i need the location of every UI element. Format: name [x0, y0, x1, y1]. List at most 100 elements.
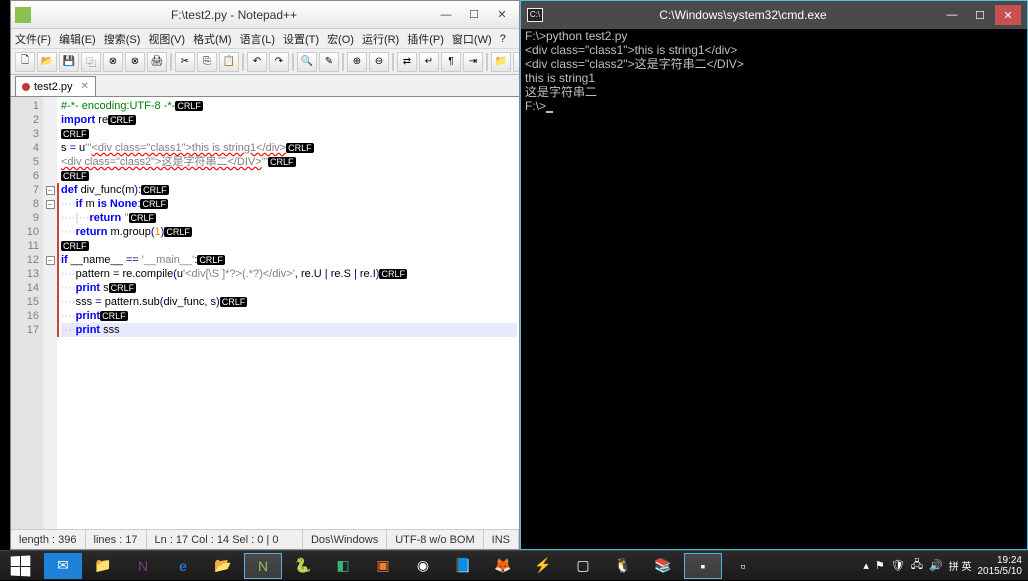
tb-folder[interactable]: 📂	[204, 553, 242, 579]
tb-qq[interactable]: 🐧	[604, 553, 642, 579]
print-icon[interactable]: 🖨	[147, 52, 167, 72]
tray-ime[interactable]: 拼 英	[949, 558, 972, 573]
menu-item[interactable]: ?	[500, 33, 506, 45]
close-button[interactable]: ✕	[995, 5, 1021, 25]
tray-flag-icon[interactable]: ⚑	[875, 559, 885, 572]
tab-label: test2.py	[34, 81, 73, 93]
start-button[interactable]	[0, 551, 40, 581]
code-line[interactable]: s = u'''<div class="class1">this is stri…	[61, 141, 517, 155]
tb-word[interactable]: 📘	[444, 553, 482, 579]
code-line[interactable]: CRLF	[61, 239, 517, 253]
maximize-button[interactable]: ☐	[967, 5, 993, 25]
funclist-icon[interactable]: ☰	[513, 52, 519, 72]
menu-item[interactable]: 语言(L)	[240, 31, 275, 47]
tray-vol-icon[interactable]: 🔊	[929, 559, 943, 572]
tray-net-icon[interactable]: 🖧	[911, 556, 923, 575]
menu-item[interactable]: 宏(O)	[327, 31, 354, 47]
folder-icon[interactable]: 📁	[491, 52, 511, 72]
tb-chrome[interactable]: ◉	[404, 553, 442, 579]
code-line[interactable]: def div_func(m):CRLF	[61, 183, 517, 197]
time: 19:24	[978, 555, 1023, 566]
tb-cmd[interactable]: ▪	[684, 553, 722, 579]
code-line[interactable]: #-*- encoding:UTF-8 -*-CRLF	[61, 99, 517, 113]
tb-app-1[interactable]: ✉	[44, 553, 82, 579]
tb-books[interactable]: 📚	[644, 553, 682, 579]
code-line[interactable]: ····print sss	[61, 323, 517, 337]
menu-item[interactable]: 文件(F)	[15, 31, 51, 47]
cmd-output[interactable]: F:\>python test2.py<div class="class1">t…	[521, 29, 1027, 113]
wrap-icon[interactable]: ↵	[419, 52, 439, 72]
tb-app-5[interactable]: ▫	[724, 553, 762, 579]
code-line[interactable]: <div class="class2">这是字符串二</DIV>'''CRLF	[61, 155, 517, 169]
minimize-button[interactable]: —	[939, 5, 965, 25]
close-button[interactable]: ✕	[489, 5, 515, 25]
notepadpp-window: F:\test2.py - Notepad++ — ☐ ✕ 文件(F) 编辑(E)…	[10, 0, 520, 550]
taskbar-clock[interactable]: 19:24 2015/5/10	[978, 555, 1023, 577]
tb-python[interactable]: 🐍	[284, 553, 322, 579]
sync-icon[interactable]: ⇄	[397, 52, 417, 72]
menu-item[interactable]: 视图(V)	[148, 31, 185, 47]
tab-close-icon[interactable]: ✕	[81, 81, 89, 92]
file-tab[interactable]: test2.py ✕	[15, 76, 96, 96]
editor[interactable]: 1234567891011121314151617 −−− #-*- encod…	[11, 97, 519, 529]
redo-icon[interactable]: ↷	[269, 52, 289, 72]
tb-notepadpp[interactable]: N	[244, 553, 282, 579]
allchars-icon[interactable]: ¶	[441, 52, 461, 72]
replace-icon[interactable]: ✎	[319, 52, 339, 72]
tb-onenote[interactable]: N	[124, 553, 162, 579]
new-icon[interactable]: 🗋	[15, 52, 35, 72]
code-line[interactable]: ····|···return ''CRLF	[61, 211, 517, 225]
menu-item[interactable]: 格式(M)	[193, 31, 232, 47]
code-line[interactable]: import reCRLF	[61, 113, 517, 127]
cmd-window: C:\ C:\Windows\system32\cmd.exe — ☐ ✕ F:…	[520, 0, 1028, 550]
code-area[interactable]: #-*- encoding:UTF-8 -*-CRLFimport reCRLF…	[57, 97, 519, 529]
code-line[interactable]: if __name__ == '__main__':CRLF	[61, 253, 517, 267]
tb-app-2[interactable]: ◧	[324, 553, 362, 579]
code-line[interactable]: ····sss = pattern.sub(div_func, s)CRLF	[61, 295, 517, 309]
code-line[interactable]: CRLF	[61, 169, 517, 183]
status-lines: lines : 17	[86, 530, 147, 549]
open-icon[interactable]: 📂	[37, 52, 57, 72]
zoomout-icon[interactable]: ⊖	[369, 52, 389, 72]
tb-app-3[interactable]: ▣	[364, 553, 402, 579]
tb-ie[interactable]: e	[164, 553, 202, 579]
tb-firefox[interactable]: 🦊	[484, 553, 522, 579]
cmd-titlebar[interactable]: C:\ C:\Windows\system32\cmd.exe — ☐ ✕	[521, 1, 1027, 29]
tb-explorer[interactable]: 📁	[84, 553, 122, 579]
tray-av-icon[interactable]: 🛡	[891, 559, 905, 572]
npp-toolbar: 🗋 📂 💾 ⿻ ⊗ ⊗ 🖨 ✂ ⎘ 📋 ↶ ↷ 🔍 ✎ ⊕ ⊖ ⇄ ↵ ¶ ⇥	[11, 49, 519, 75]
cmd-line: 这是字符串二	[525, 85, 1023, 99]
zoomin-icon[interactable]: ⊕	[347, 52, 367, 72]
closeall-icon[interactable]: ⊗	[125, 52, 145, 72]
minimize-button[interactable]: —	[433, 5, 459, 25]
npp-titlebar[interactable]: F:\test2.py - Notepad++ — ☐ ✕	[11, 1, 519, 29]
indent-icon[interactable]: ⇥	[463, 52, 483, 72]
menu-item[interactable]: 插件(P)	[407, 31, 444, 47]
code-line[interactable]: ····pattern = re.compile(u'<div[\S ]*?>(…	[61, 267, 517, 281]
find-icon[interactable]: 🔍	[297, 52, 317, 72]
close-icon[interactable]: ⊗	[103, 52, 123, 72]
status-length: length : 396	[11, 530, 86, 549]
code-line[interactable]: CRLF	[61, 127, 517, 141]
code-line[interactable]: ····print sCRLF	[61, 281, 517, 295]
undo-icon[interactable]: ↶	[247, 52, 267, 72]
menu-item[interactable]: 搜索(S)	[104, 31, 141, 47]
copy-icon[interactable]: ⎘	[197, 52, 217, 72]
tray-up-icon[interactable]: ▴	[863, 559, 869, 572]
status-eol: Dos\Windows	[303, 530, 387, 549]
code-line[interactable]: ····printCRLF	[61, 309, 517, 323]
cut-icon[interactable]: ✂	[175, 52, 195, 72]
saveall-icon[interactable]: ⿻	[81, 52, 101, 72]
menu-item[interactable]: 编辑(E)	[59, 31, 96, 47]
paste-icon[interactable]: 📋	[219, 52, 239, 72]
tb-app-4[interactable]: ⚡	[524, 553, 562, 579]
code-line[interactable]: ····return m.group(1)CRLF	[61, 225, 517, 239]
menu-item[interactable]: 窗口(W)	[452, 31, 492, 47]
menu-item[interactable]: 运行(R)	[362, 31, 399, 47]
tb-xshell[interactable]: ▢	[564, 553, 602, 579]
maximize-button[interactable]: ☐	[461, 5, 487, 25]
fold-gutter[interactable]: −−−	[43, 97, 57, 529]
code-line[interactable]: ····if m is None:CRLF	[61, 197, 517, 211]
save-icon[interactable]: 💾	[59, 52, 79, 72]
menu-item[interactable]: 设置(T)	[283, 31, 319, 47]
